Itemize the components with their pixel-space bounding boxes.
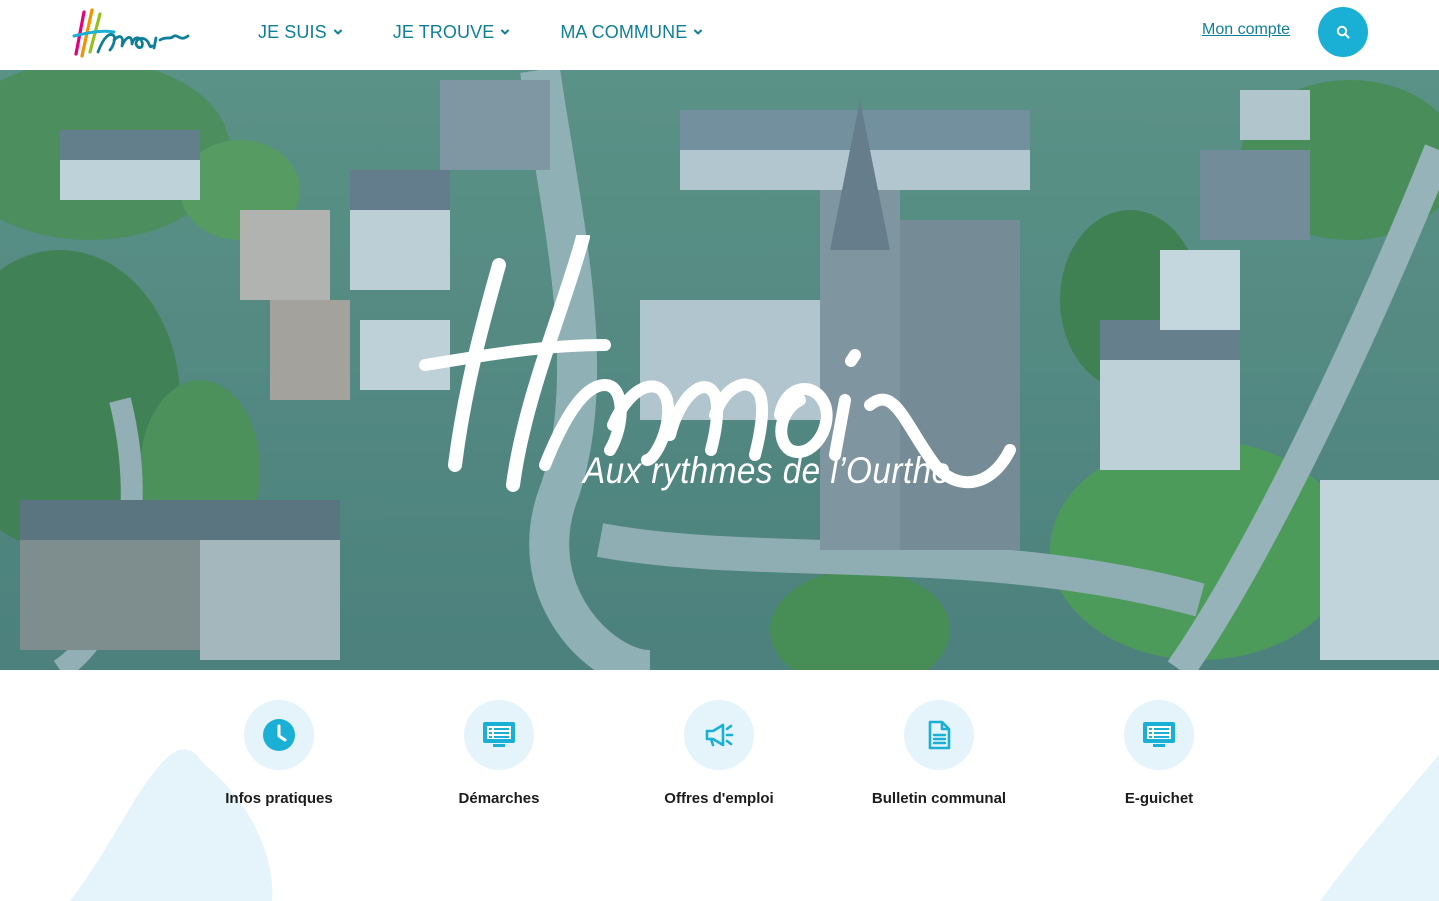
quick-link-infos-pratiques[interactable]: Infos pratiques xyxy=(179,700,379,807)
hamoir-logo-icon xyxy=(72,8,190,58)
nav-label: JE SUIS xyxy=(258,21,327,42)
quick-link-label: Offres d'emploi xyxy=(664,790,774,807)
quick-link-e-guichet[interactable]: E-guichet xyxy=(1059,700,1259,807)
chevron-down-icon xyxy=(500,27,510,37)
search-button[interactable] xyxy=(1318,7,1368,57)
chevron-down-icon xyxy=(693,27,703,37)
search-icon xyxy=(1336,25,1350,39)
clock-icon xyxy=(263,719,295,751)
main-nav: JE SUIS JE TROUVE MA COMMUNE xyxy=(258,0,753,64)
hero-banner: Aux rythmes de l’Ourthe xyxy=(0,70,1439,670)
nav-label: JE TROUVE xyxy=(392,21,495,42)
quick-link-label: E-guichet xyxy=(1124,790,1194,807)
hero-tagline: Aux rythmes de l’Ourthe xyxy=(583,450,951,491)
quick-link-label: Démarches xyxy=(458,790,540,807)
nav-je-trouve[interactable]: JE TROUVE xyxy=(393,22,511,43)
site-logo[interactable] xyxy=(70,6,192,60)
account-link[interactable]: Mon compte xyxy=(1202,21,1290,39)
nav-ma-commune[interactable]: MA COMMUNE xyxy=(560,22,703,43)
monitor-list-icon xyxy=(483,722,515,747)
icon-circle xyxy=(684,700,754,770)
icon-circle xyxy=(1124,700,1194,770)
quick-links-section: Infos pratiques Démarches Offres d'emplo… xyxy=(0,670,1439,901)
quick-link-bulletin-communal[interactable]: Bulletin communal xyxy=(839,700,1039,807)
nav-label: MA COMMUNE xyxy=(560,21,688,42)
chevron-down-icon xyxy=(333,27,343,37)
quick-link-offres-emploi[interactable]: Offres d'emploi xyxy=(619,700,819,807)
icon-circle xyxy=(904,700,974,770)
quick-link-demarches[interactable]: Démarches xyxy=(399,700,599,807)
megaphone-icon xyxy=(705,723,734,747)
document-icon xyxy=(928,720,951,750)
site-header: JE SUIS JE TROUVE MA COMMUNE Mon compte xyxy=(0,0,1439,70)
quick-link-label: Bulletin communal xyxy=(871,790,1007,807)
icon-circle xyxy=(464,700,534,770)
icon-circle xyxy=(244,700,314,770)
nav-je-suis[interactable]: JE SUIS xyxy=(258,22,343,43)
monitor-list-icon xyxy=(1143,722,1175,747)
quick-link-label: Infos pratiques xyxy=(225,790,333,807)
